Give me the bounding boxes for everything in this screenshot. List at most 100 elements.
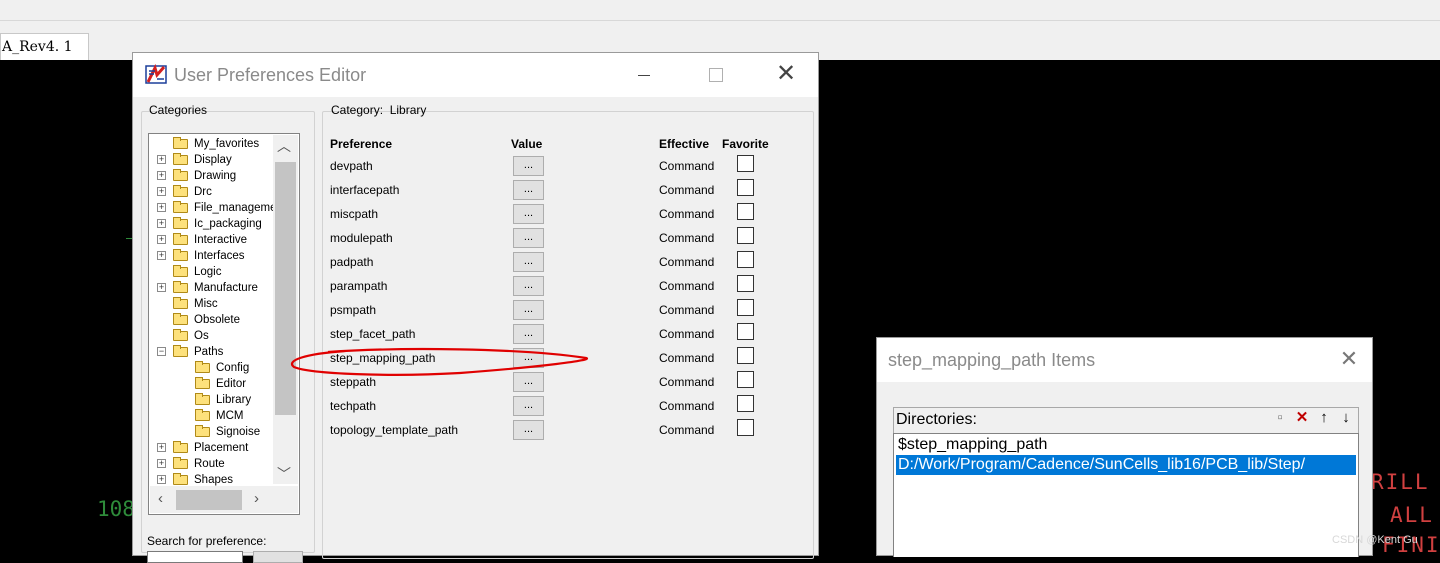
- scroll-left-chevron-icon[interactable]: ‹: [158, 490, 163, 507]
- column-header-effective: Effective: [659, 137, 710, 151]
- folder-icon: [173, 473, 188, 485]
- preference-name: topology_template_path: [330, 423, 459, 437]
- favorite-checkbox[interactable]: [737, 275, 754, 292]
- minimize-button[interactable]: [629, 61, 659, 89]
- preference-row: parampath... Command: [133, 275, 813, 299]
- dialog-title: User Preferences Editor: [174, 65, 367, 85]
- directories-label: Directories:: [896, 411, 977, 428]
- tree-item-label: Route: [194, 458, 225, 470]
- column-header-favorite: Favorite: [722, 137, 769, 151]
- category-value: Library: [389, 103, 427, 117]
- preference-row: psmpath... Command: [133, 299, 813, 323]
- directories-list[interactable]: $step_mapping_path D:/Work/Program/Cadenc…: [893, 433, 1359, 557]
- edit-value-button[interactable]: ...: [513, 276, 544, 296]
- effective-value: Command: [659, 255, 715, 269]
- effective-value: Command: [659, 207, 715, 221]
- preference-row: devpath... Command: [133, 155, 813, 179]
- new-item-icon[interactable]: ▫: [1272, 410, 1288, 426]
- preference-name: parampath: [330, 279, 388, 293]
- favorite-checkbox[interactable]: [737, 299, 754, 316]
- favorite-checkbox[interactable]: [737, 395, 754, 412]
- close-icon: ✕: [1339, 346, 1359, 371]
- search-label: Search for preference:: [147, 534, 267, 548]
- folder-icon: [173, 137, 188, 149]
- effective-value: Command: [659, 279, 715, 293]
- items-close-button[interactable]: ✕: [1335, 346, 1363, 374]
- path-items-dialog: step_mapping_path Items ✕ Directories: ▫…: [876, 337, 1373, 557]
- canvas-text-rill: RILL: [1371, 470, 1430, 494]
- effective-value: Command: [659, 183, 715, 197]
- edit-value-button[interactable]: ...: [513, 300, 544, 320]
- search-input[interactable]: [147, 551, 243, 563]
- items-dialog-title: step_mapping_path Items: [888, 350, 1096, 370]
- scroll-up-chevron-icon[interactable]: ︿: [277, 136, 291, 156]
- edit-value-button[interactable]: ...: [513, 372, 544, 392]
- close-icon: ✕: [775, 60, 797, 87]
- edit-value-button[interactable]: ...: [513, 180, 544, 200]
- favorite-checkbox[interactable]: [737, 251, 754, 268]
- dialog-titlebar[interactable]: User Preferences Editor ✕: [133, 53, 818, 97]
- preference-name: techpath: [330, 399, 377, 413]
- move-up-arrow-icon[interactable]: ↑: [1316, 410, 1332, 426]
- watermark: CSDN @Kent Gu: [1332, 534, 1418, 546]
- search-button[interactable]: [253, 551, 303, 563]
- preference-row: steppath... Command: [133, 371, 813, 395]
- favorite-checkbox[interactable]: [737, 203, 754, 220]
- directory-item[interactable]: D:/Work/Program/Cadence/SunCells_lib16/P…: [896, 455, 1356, 475]
- column-header-value: Value: [511, 137, 543, 151]
- preference-name: devpath: [330, 159, 373, 173]
- preference-row: step_facet_path... Command: [133, 323, 813, 347]
- favorite-checkbox[interactable]: [737, 419, 754, 436]
- preference-row: modulepath... Command: [133, 227, 813, 251]
- edit-value-button[interactable]: ...: [513, 348, 544, 368]
- scroll-right-chevron-icon[interactable]: ›: [254, 490, 259, 507]
- preference-name: steppath: [330, 375, 377, 389]
- preference-row: miscpath... Command: [133, 203, 813, 227]
- edit-value-button[interactable]: ...: [513, 204, 544, 224]
- preference-row: techpath... Command: [133, 395, 813, 419]
- scroll-down-chevron-icon[interactable]: ﹀: [277, 464, 291, 484]
- folder-icon: [173, 457, 188, 469]
- favorite-checkbox[interactable]: [737, 155, 754, 172]
- preference-name: modulepath: [330, 231, 393, 245]
- edit-value-button[interactable]: ...: [513, 228, 544, 248]
- effective-value: Command: [659, 399, 715, 413]
- delete-item-icon[interactable]: ✕: [1294, 410, 1310, 426]
- edit-value-button[interactable]: ...: [513, 252, 544, 272]
- items-dialog-titlebar[interactable]: step_mapping_path Items ✕: [877, 338, 1372, 382]
- favorite-checkbox[interactable]: [737, 371, 754, 388]
- preference-row: interfacepath... Command: [133, 179, 813, 203]
- favorite-checkbox[interactable]: [737, 179, 754, 196]
- edit-value-button[interactable]: ...: [513, 324, 544, 344]
- document-tab[interactable]: A_Rev4. 1: [0, 33, 89, 60]
- maximize-button[interactable]: [701, 61, 731, 89]
- favorite-checkbox[interactable]: [737, 347, 754, 364]
- effective-value: Command: [659, 327, 715, 341]
- favorite-checkbox[interactable]: [737, 323, 754, 340]
- tree-horizontal-scroll-thumb[interactable]: [176, 490, 242, 510]
- move-down-arrow-icon[interactable]: ↓: [1338, 410, 1354, 426]
- effective-value: Command: [659, 159, 715, 173]
- expand-plus-icon[interactable]: +: [157, 443, 166, 452]
- directory-item[interactable]: $step_mapping_path: [896, 435, 1356, 455]
- preference-row: padpath... Command: [133, 251, 813, 275]
- effective-value: Command: [659, 375, 715, 389]
- effective-value: Command: [659, 351, 715, 365]
- expand-plus-icon[interactable]: +: [157, 459, 166, 468]
- expand-plus-icon[interactable]: +: [157, 475, 166, 484]
- preference-name: step_facet_path: [330, 327, 416, 341]
- effective-value: Command: [659, 423, 715, 437]
- effective-value: Command: [659, 231, 715, 245]
- favorite-checkbox[interactable]: [737, 227, 754, 244]
- tree-horizontal-scrollbar[interactable]: ‹ ›: [150, 486, 298, 513]
- edit-value-button[interactable]: ...: [513, 396, 544, 416]
- folder-icon: [173, 441, 188, 453]
- edit-value-button[interactable]: ...: [513, 156, 544, 176]
- preference-name: padpath: [330, 255, 374, 269]
- close-button[interactable]: ✕: [771, 61, 801, 89]
- canvas-text-108: 108: [97, 497, 135, 521]
- edit-value-button[interactable]: ...: [513, 420, 544, 440]
- effective-value: Command: [659, 303, 715, 317]
- tree-item-label: My_favorites: [194, 138, 260, 150]
- preference-row: topology_template_path... Command: [133, 419, 813, 443]
